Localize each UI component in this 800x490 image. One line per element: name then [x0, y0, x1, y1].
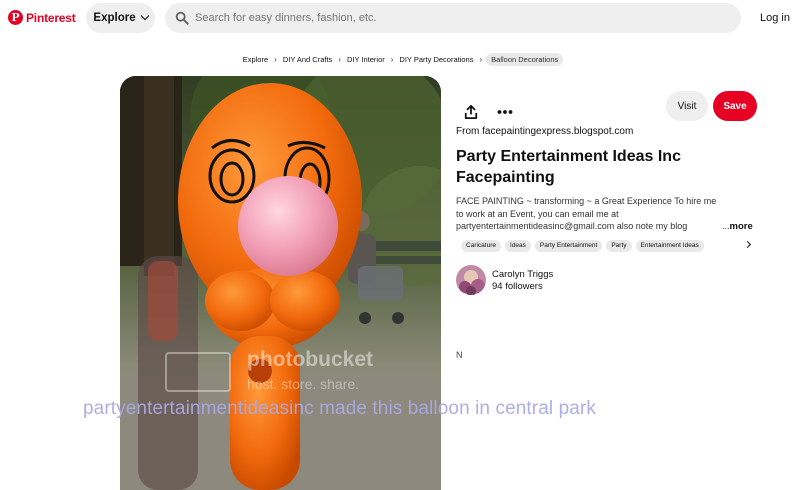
balloon-photo [120, 76, 441, 490]
pin-actions [462, 103, 514, 121]
description-line: FACE PAINTING ~ transforming ~ a Great E… [456, 196, 717, 206]
stray-text: N [456, 350, 463, 360]
search-input[interactable] [195, 12, 715, 24]
description-line: to work at an Event, you can email me at [456, 208, 619, 219]
follower-count: 94 followers [492, 280, 543, 292]
chevron-down-icon [140, 11, 149, 21]
breadcrumb-item-balloon-decorations[interactable]: Balloon Decorations [486, 53, 564, 66]
avatar[interactable] [456, 265, 486, 295]
header: P Pinterest Explore Log in [0, 0, 800, 36]
more-link[interactable]: more [730, 221, 753, 234]
pinterest-logo[interactable]: P Pinterest [8, 10, 76, 25]
search-icon [175, 11, 189, 25]
description-line: partyentertainmentideasinc@gmail.com als… [456, 221, 688, 231]
description-ellipsis: ... [722, 221, 730, 231]
more-options-button[interactable] [496, 103, 514, 121]
login-link[interactable]: Log in [760, 12, 790, 24]
visit-button[interactable]: Visit [666, 91, 708, 121]
creator-name[interactable]: Carolyn Triggs [492, 269, 553, 280]
pin-description: FACE PAINTING ~ transforming ~ a Great E… [456, 195, 756, 234]
pin-source: From facepaintingexpress.blogspot.com [456, 126, 633, 137]
chevron-right-icon: › [479, 55, 483, 64]
photobucket-logo-icon [165, 352, 231, 392]
breadcrumb-item-diy-and-crafts[interactable]: DIY And Crafts [277, 55, 338, 64]
pinterest-logo-icon: P [8, 10, 23, 25]
breadcrumb-item-diy-party-decorations[interactable]: DIY Party Decorations [393, 55, 479, 64]
breadcrumb: Explore › DIY And Crafts › DIY Interior … [0, 53, 800, 66]
tag-chip[interactable]: Party Entertainment [534, 239, 603, 252]
pin-image[interactable] [120, 76, 441, 490]
image-caption-overlay: partyentertainmentideasinc made this bal… [83, 398, 596, 419]
source-link[interactable]: facepaintingexpress.blogspot.com [482, 126, 633, 137]
breadcrumb-item-explore[interactable]: Explore [237, 55, 274, 64]
creator-info[interactable]: Carolyn Triggs 94 followers [456, 265, 553, 295]
photobucket-watermark: photobucket host. store. share. [165, 348, 395, 398]
explore-button[interactable]: Explore [86, 3, 155, 33]
tag-chip[interactable]: Ideas [504, 239, 531, 252]
more-icon [497, 110, 513, 114]
tag-chip[interactable]: Entertainment Ideas [635, 239, 704, 252]
pin-title: Party Entertainment Ideas Inc Facepainti… [456, 148, 681, 186]
logo-text: Pinterest [26, 10, 76, 25]
save-button[interactable]: Save [713, 91, 757, 121]
watermark-subtitle: host. store. share. [247, 376, 360, 392]
source-prefix: From [456, 126, 483, 137]
tag-chip[interactable]: Party [606, 239, 632, 252]
share-button[interactable] [462, 103, 480, 121]
tag-chip[interactable]: Caricature [461, 239, 501, 252]
explore-label: Explore [93, 12, 136, 24]
tag-list: Caricature Ideas Party Entertainment Par… [461, 238, 755, 253]
search-bar[interactable] [165, 3, 741, 33]
watermark-brand: photobucket [247, 348, 373, 371]
share-icon [464, 105, 478, 119]
breadcrumb-item-diy-interior[interactable]: DIY Interior [341, 55, 391, 64]
